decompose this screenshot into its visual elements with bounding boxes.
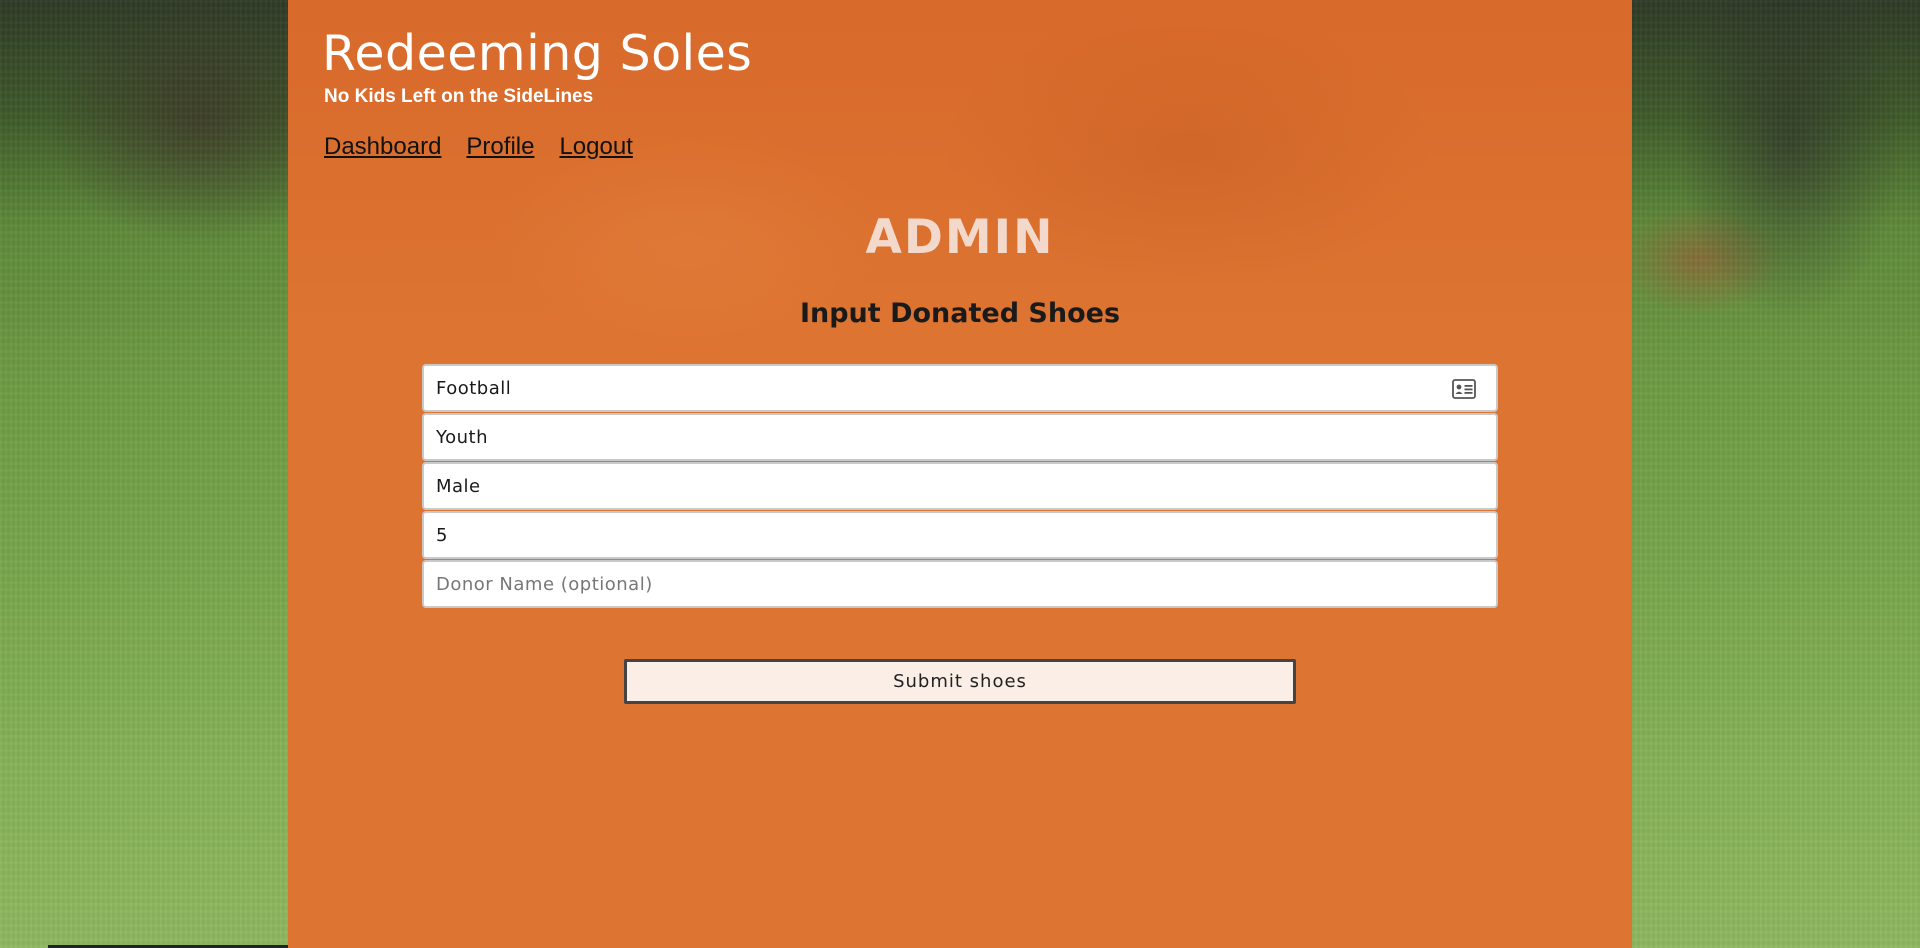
donated-shoes-form: [422, 364, 1498, 609]
nav-link-dashboard[interactable]: Dashboard: [324, 133, 441, 161]
sport-field-wrapper: [422, 364, 1498, 412]
donor-name-input[interactable]: [424, 562, 1496, 606]
main-panel: Redeeming Soles No Kids Left on the Side…: [288, 0, 1632, 948]
donor-name-field-wrapper: [422, 560, 1498, 608]
site-title: Redeeming Soles: [322, 25, 753, 82]
nav-link-logout[interactable]: Logout: [559, 133, 632, 161]
gender-input[interactable]: [424, 464, 1496, 508]
sport-input[interactable]: [424, 366, 1496, 410]
gender-field-wrapper: [422, 462, 1498, 510]
page-title: ADMIN: [865, 210, 1055, 265]
age-group-field-wrapper: [422, 413, 1498, 461]
size-input[interactable]: [424, 513, 1496, 557]
main-nav: Dashboard Profile Logout: [324, 133, 633, 161]
site-tagline: No Kids Left on the SideLines: [324, 86, 594, 107]
nav-link-profile[interactable]: Profile: [466, 133, 534, 161]
age-group-input[interactable]: [424, 415, 1496, 459]
submit-shoes-button[interactable]: Submit shoes: [624, 659, 1296, 704]
size-field-wrapper: [422, 511, 1498, 559]
form-title: Input Donated Shoes: [799, 298, 1121, 329]
contact-card-icon[interactable]: [1452, 379, 1476, 399]
